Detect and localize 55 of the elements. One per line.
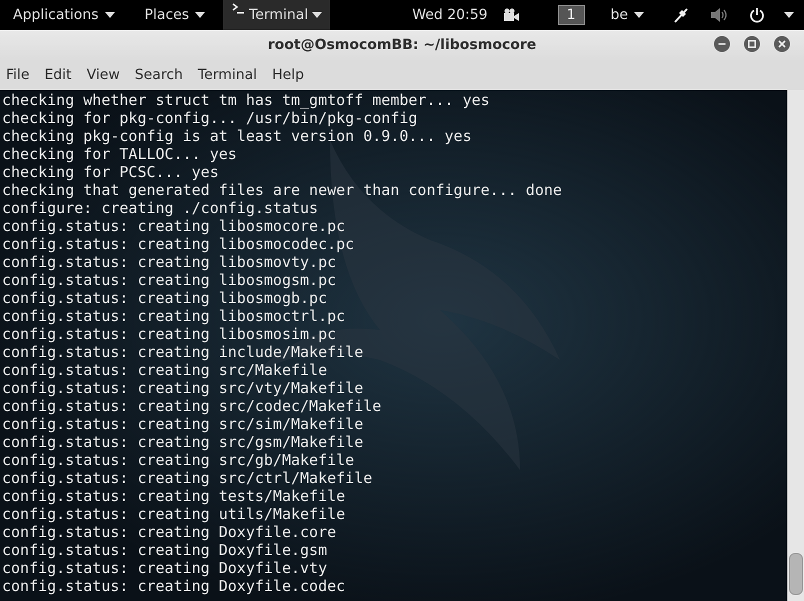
caret-icon: [312, 12, 322, 18]
workspace-indicator[interactable]: 1: [558, 5, 584, 25]
terminal-line: config.status: creating libosmovty.pc: [2, 253, 336, 271]
terminal-line: config.status: creating libosmogb.pc: [2, 289, 328, 307]
terminal-line: config.status: creating src/ctrl/Makefile: [2, 469, 372, 487]
terminal-line: config.status: creating src/vty/Makefile: [2, 379, 364, 397]
menu-item[interactable]: Edit: [44, 67, 72, 83]
terminal-line: config.status: creating src/gsm/Makefile: [2, 433, 364, 451]
terminal-line: checking for PCSC... yes: [2, 163, 219, 181]
terminal-line: checking for TALLOC... yes: [2, 145, 237, 163]
places-menu[interactable]: Places: [144, 7, 206, 23]
terminal-line: config.status: creating src/sim/Makefile: [2, 415, 364, 433]
maximize-button[interactable]: [744, 36, 760, 52]
clock[interactable]: Wed 20:59: [412, 7, 488, 23]
terminal-line: checking that generated files are newer than configure... done: [2, 181, 562, 199]
terminal-line: checking whether struct tm has tm_gmtoff member... yes: [2, 91, 490, 109]
menu-item[interactable]: Terminal: [198, 67, 258, 83]
window-title: root@OsmocomBB: ~/libosmocore: [268, 37, 536, 53]
terminal-line: config.status: creating include/Makefile: [2, 343, 364, 361]
camera-icon[interactable]: [502, 7, 520, 23]
terminal-line: config.status: creating libosmocore.pc: [2, 217, 346, 235]
volume-icon[interactable]: [710, 7, 728, 23]
network-icon[interactable]: [672, 7, 690, 23]
terminal-line: config.status: creating Doxyfile.codec: [2, 577, 346, 595]
terminal-line: config.status: creating tests/Makefile: [2, 487, 346, 505]
scrollbar-thumb[interactable]: [789, 553, 803, 595]
power-icon[interactable]: [748, 7, 766, 23]
terminal-line: config.status: creating libosmosim.pc: [2, 325, 336, 343]
menu-item[interactable]: View: [86, 67, 120, 83]
close-button[interactable]: [774, 36, 790, 52]
menu-item[interactable]: Search: [134, 67, 183, 83]
terminal-line: config.status: creating utils/Makefile: [2, 505, 346, 523]
terminal-line: config.status: creating src/Makefile: [2, 361, 328, 379]
menu-item[interactable]: File: [6, 67, 30, 83]
caret-icon: [104, 12, 115, 18]
terminal-app-menu[interactable]: Terminal: [223, 0, 330, 30]
terminal-line: config.status: creating src/gb/Makefile: [2, 451, 354, 469]
terminal-line: config.status: creating Doxyfile.core: [2, 523, 336, 541]
applications-menu[interactable]: Applications: [13, 7, 115, 23]
terminal-line: config.status: creating Doxyfile.gsm: [2, 541, 328, 559]
keyboard-layout-menu[interactable]: be: [610, 7, 644, 23]
terminal-line: config.status: creating src/codec/Makefile: [2, 397, 382, 415]
terminal-line: config.status: creating libosmocodec.pc: [2, 235, 354, 253]
terminal-line: checking pkg-config is at least version 0.9.0... yes: [2, 127, 472, 145]
caret-icon: [634, 12, 644, 18]
caret-icon: [195, 12, 206, 18]
menu-item[interactable]: Help: [272, 67, 304, 83]
terminal-line: checking for pkg-config... /usr/bin/pkg-config: [2, 109, 418, 127]
terminal-line: config.status: creating libosmoctrl.pc: [2, 307, 346, 325]
terminal-line: config.status: creating Doxyfile.vty: [2, 559, 328, 577]
minimize-button[interactable]: [714, 36, 730, 52]
terminal-line: config.status: creating libosmogsm.pc: [2, 271, 336, 289]
terminal-icon: [231, 2, 246, 16]
terminal-line: configure: creating ./config.status: [2, 199, 318, 217]
caret-icon[interactable]: [784, 12, 794, 18]
